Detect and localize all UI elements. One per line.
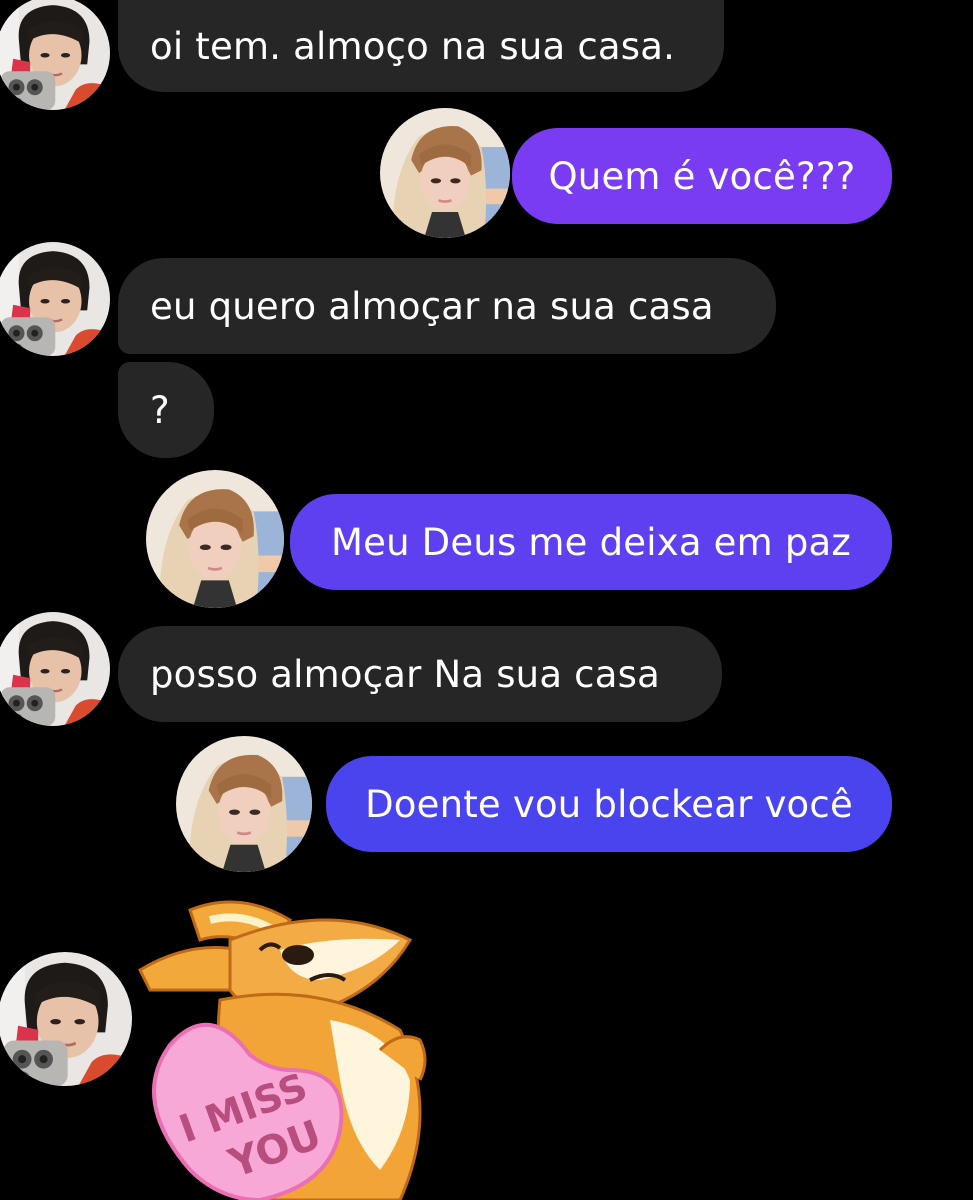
message-text: Meu Deus me deixa em paz [330, 520, 852, 564]
message-text: eu quero almoçar na sua casa [150, 284, 714, 328]
message-text: Quem é você??? [548, 154, 856, 198]
message-incoming[interactable]: eu quero almoçar na sua casa [118, 258, 776, 354]
message-text: Doente vou blockear você [365, 782, 853, 826]
message-incoming[interactable]: ? [118, 362, 214, 458]
message-text: ? [150, 388, 170, 432]
avatar-other-icon[interactable] [0, 0, 110, 110]
message-outgoing[interactable]: Doente vou blockear você [326, 756, 892, 852]
message-outgoing[interactable]: Quem é você??? [512, 128, 892, 224]
message-text: oi tem. almoço na sua casa. [150, 24, 676, 68]
message-text: posso almoçar Na sua casa [150, 652, 660, 696]
message-outgoing[interactable]: Meu Deus me deixa em paz [290, 494, 892, 590]
message-incoming[interactable]: oi tem. almoço na sua casa. [118, 0, 724, 92]
avatar-other-icon[interactable] [0, 612, 110, 726]
avatar-me-icon[interactable] [176, 736, 312, 872]
avatar-me-icon[interactable] [380, 108, 510, 238]
avatar-me-icon[interactable] [146, 470, 284, 608]
corgi-sticker-icon[interactable]: I MISS YOU [130, 880, 450, 1200]
avatar-other-icon[interactable] [0, 242, 110, 356]
message-incoming[interactable]: posso almoçar Na sua casa [118, 626, 722, 722]
avatar-other-icon[interactable] [0, 952, 132, 1086]
